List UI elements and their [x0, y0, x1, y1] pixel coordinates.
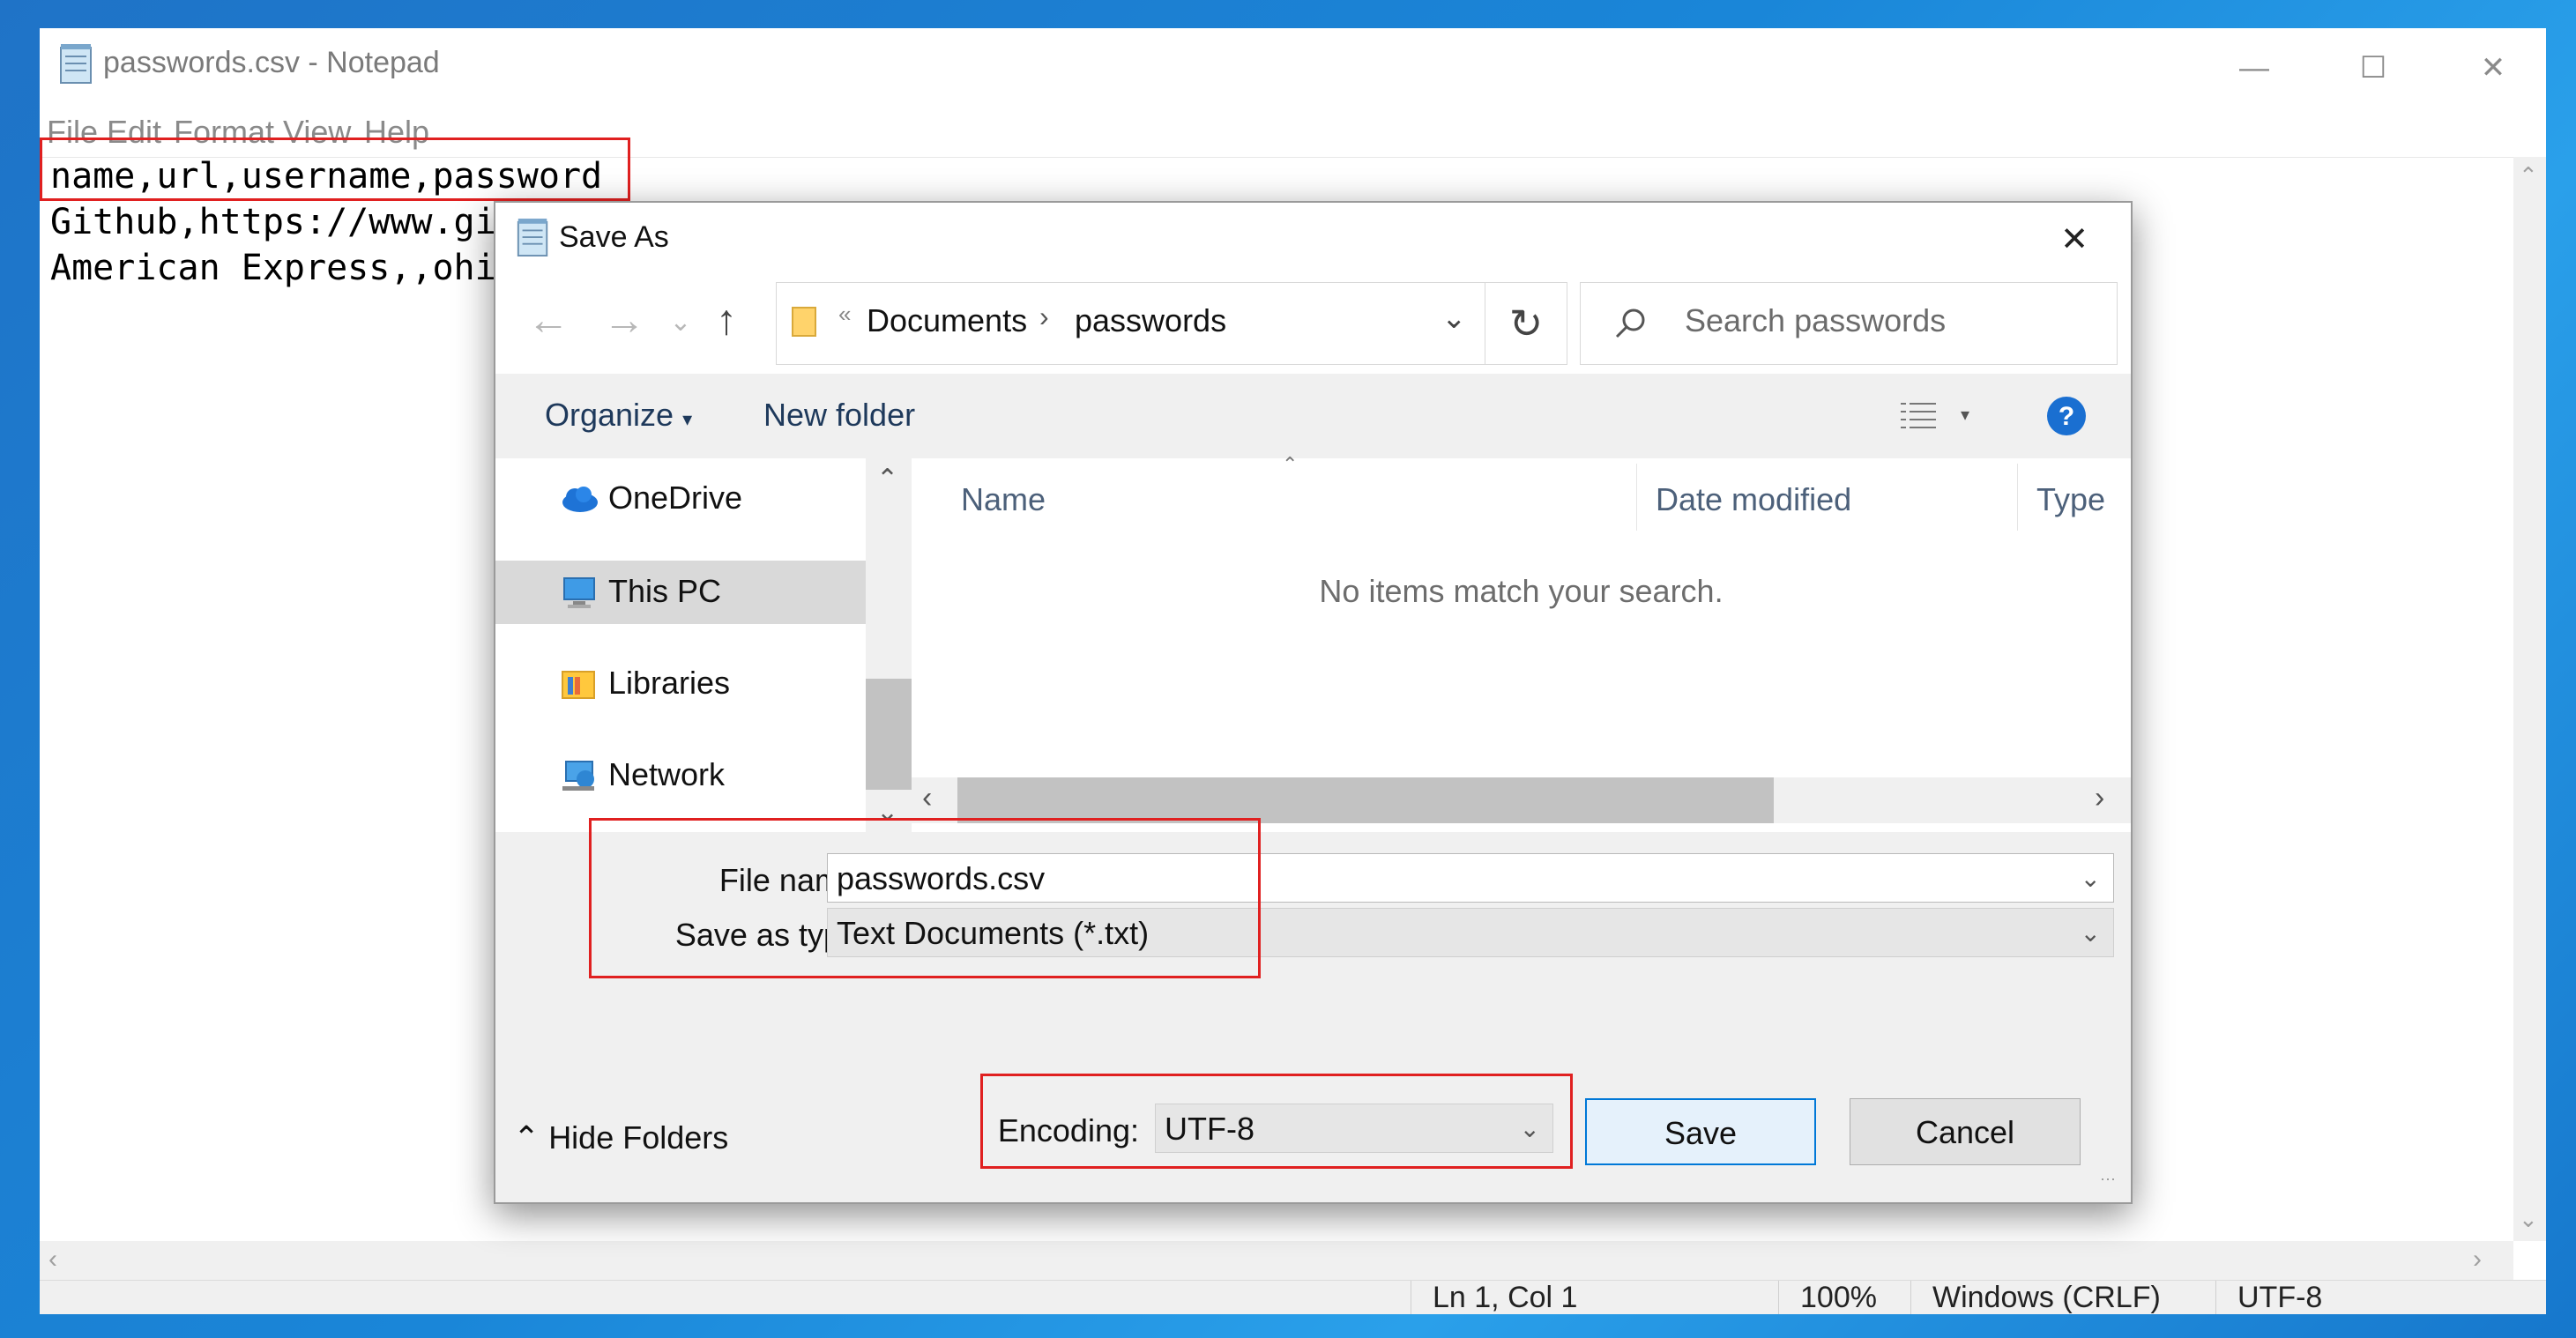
- recent-chevron-icon[interactable]: ⌄: [654, 307, 707, 338]
- breadcrumb-separator-icon[interactable]: ›: [1039, 301, 1049, 333]
- nav-pane-scrollbar[interactable]: ⌃ ⌄: [866, 458, 912, 832]
- view-dropdown-icon[interactable]: ▾: [1961, 404, 1969, 426]
- navigation-pane: OneDrive This PC Libraries Network: [495, 458, 866, 832]
- scroll-right-icon[interactable]: ›: [2095, 781, 2104, 815]
- column-date-modified[interactable]: Date modified: [1656, 481, 1851, 518]
- sort-ascending-icon: ⌃: [1282, 453, 1299, 475]
- libraries-icon: [562, 671, 595, 699]
- column-divider[interactable]: [1636, 464, 1637, 531]
- minimize-button[interactable]: —: [2223, 37, 2285, 99]
- highlight-filename-type: [589, 818, 1261, 978]
- cancel-button[interactable]: Cancel: [1850, 1098, 2081, 1165]
- file-list-hscrollbar[interactable]: ‹ ›: [912, 777, 2131, 823]
- address-bar[interactable]: « Documents › passwords ⌄: [776, 282, 1497, 365]
- back-arrow-icon[interactable]: ←: [522, 296, 575, 345]
- hide-folders-button[interactable]: ⌃ Hide Folders: [513, 1119, 728, 1156]
- breadcrumb-documents[interactable]: Documents: [867, 302, 1027, 339]
- scroll-up-icon[interactable]: ⌃: [2519, 162, 2538, 190]
- nav-item-network[interactable]: Network: [495, 744, 866, 807]
- computer-icon: [563, 577, 595, 608]
- folder-icon: [792, 307, 816, 337]
- dialog-titlebar: Save As ✕: [495, 203, 2131, 277]
- breadcrumb-passwords[interactable]: passwords: [1075, 302, 1226, 339]
- forward-arrow-icon[interactable]: →: [598, 296, 651, 345]
- status-zoom: 100%: [1778, 1281, 1906, 1314]
- command-bar: Organize ▾ New folder ▾ ?: [495, 374, 2131, 458]
- new-folder-button[interactable]: New folder: [763, 397, 915, 434]
- scroll-right-icon[interactable]: ›: [2473, 1245, 2482, 1275]
- chevron-down-icon[interactable]: ⌄: [2081, 909, 2101, 958]
- chevron-up-icon: ⌃: [513, 1119, 540, 1156]
- empty-message: No items match your search.: [1319, 573, 1724, 609]
- nav-item-this-pc[interactable]: This PC: [495, 561, 866, 624]
- dropdown-caret-icon: ▾: [682, 408, 693, 430]
- search-icon: [1615, 308, 1645, 338]
- horizontal-scrollbar[interactable]: ‹ ›: [40, 1241, 2513, 1280]
- save-as-dialog: Save As ✕ ← → ⌄ ↑ « Documents › password…: [494, 201, 2133, 1204]
- maximize-button[interactable]: ☐: [2342, 37, 2404, 99]
- save-button[interactable]: Save: [1585, 1098, 1816, 1165]
- window-title: passwords.csv - Notepad: [103, 46, 440, 79]
- onedrive-icon: [562, 487, 598, 512]
- scroll-down-icon[interactable]: ⌄: [2519, 1206, 2538, 1233]
- chevron-down-icon[interactable]: ⌄: [2081, 854, 2101, 903]
- scroll-thumb[interactable]: [866, 679, 912, 790]
- status-line-ending: Windows (CRLF): [1910, 1281, 2215, 1314]
- svg-text:?: ?: [2059, 402, 2074, 431]
- dialog-title: Save As: [559, 220, 669, 254]
- scroll-left-icon[interactable]: ‹: [922, 781, 932, 815]
- dialog-close-button[interactable]: ✕: [2044, 212, 2105, 268]
- scroll-left-icon[interactable]: ‹: [48, 1245, 57, 1275]
- resize-grip-icon[interactable]: ⋯: [2100, 1171, 2116, 1189]
- column-name[interactable]: Name: [961, 481, 1046, 518]
- nav-item-onedrive[interactable]: OneDrive: [495, 467, 866, 531]
- nav-item-libraries[interactable]: Libraries: [495, 652, 866, 716]
- status-encoding: UTF-8: [2215, 1281, 2414, 1314]
- scroll-thumb[interactable]: [957, 777, 1774, 823]
- close-button[interactable]: ✕: [2462, 37, 2524, 99]
- column-divider[interactable]: [2017, 464, 2018, 531]
- help-icon[interactable]: ?: [2045, 395, 2088, 437]
- status-bar: Ln 1, Col 1 100% Windows (CRLF) UTF-8: [40, 1280, 2546, 1314]
- breadcrumb-chevron-icon: «: [838, 301, 852, 327]
- notepad-icon: [517, 219, 548, 256]
- vertical-scrollbar[interactable]: ⌃ ⌄: [2513, 157, 2546, 1241]
- organize-button[interactable]: Organize ▾: [545, 397, 692, 434]
- status-position: Ln 1, Col 1: [1411, 1281, 1768, 1314]
- search-box[interactable]: Search passwords: [1580, 282, 2118, 365]
- up-arrow-icon[interactable]: ↑: [700, 296, 753, 345]
- view-list-icon[interactable]: [1899, 400, 1938, 432]
- address-dropdown-icon[interactable]: ⌄: [1441, 301, 1467, 336]
- scroll-up-icon[interactable]: ⌃: [876, 464, 898, 494]
- file-list: ⌃ Name Date modified Type No items match…: [912, 453, 2131, 832]
- network-icon: [562, 761, 594, 791]
- notepad-icon: [60, 44, 92, 84]
- refresh-icon[interactable]: ↻: [1485, 282, 1567, 365]
- notepad-titlebar: passwords.csv - Notepad — ☐ ✕: [40, 28, 2546, 108]
- highlight-encoding: [980, 1074, 1573, 1169]
- column-type[interactable]: Type: [2036, 481, 2105, 518]
- search-placeholder: Search passwords: [1685, 302, 1947, 338]
- highlight-header-line: [40, 138, 630, 201]
